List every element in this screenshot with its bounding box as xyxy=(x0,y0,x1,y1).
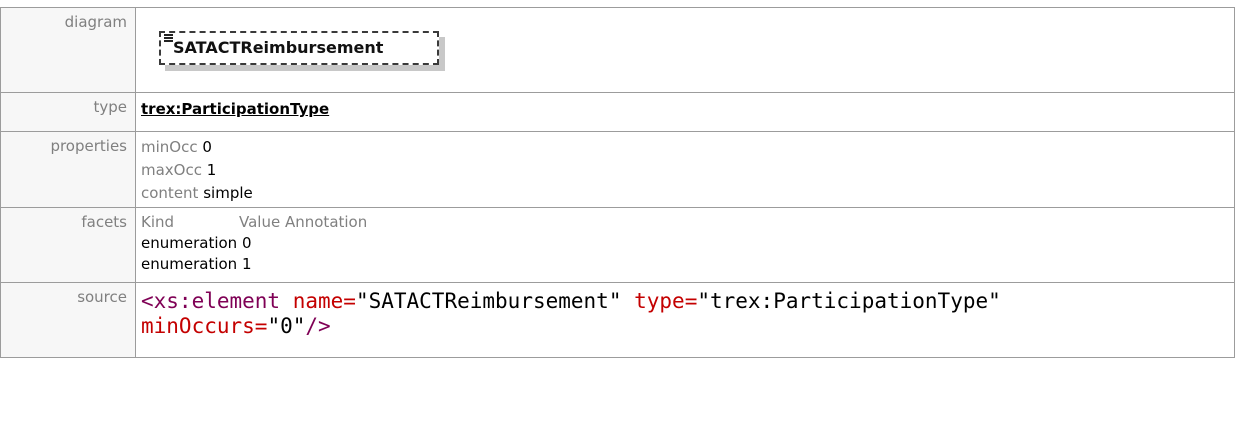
xml-value-minoccurs: "0" xyxy=(267,314,306,338)
facets-header-value: Value xyxy=(239,213,281,231)
properties-row: properties minOcc 0 maxOcc 1 content sim… xyxy=(0,131,1235,208)
facet-row: enumeration 0 xyxy=(141,233,1230,254)
property-key: content xyxy=(141,184,199,202)
property-key: maxOcc xyxy=(141,161,202,179)
type-link[interactable]: trex:ParticipationType xyxy=(141,100,329,118)
xml-value-type: "trex:ParticipationType" xyxy=(697,289,1001,313)
facet-kind: enumeration xyxy=(141,255,238,273)
diagram-element-box[interactable]: SATACTReimbursement xyxy=(159,31,439,65)
xml-tag-close: /> xyxy=(305,314,331,338)
property-value: 0 xyxy=(202,138,212,156)
property-value: simple xyxy=(203,184,253,202)
element-doc-table: diagram SATACTReimbursement type trex:Pa… xyxy=(0,7,1235,358)
xml-attr-name: name= xyxy=(292,289,356,313)
property-key: minOcc xyxy=(141,138,198,156)
xml-attr-minoccurs: minOccurs= xyxy=(141,314,268,338)
source-cell: <xs:element name="SATACTReimbursement" t… xyxy=(135,282,1235,358)
type-cell: trex:ParticipationType xyxy=(135,92,1235,132)
property-content: content simple xyxy=(141,182,1230,205)
facets-row: facets Kind Value Annotation enumeration … xyxy=(0,207,1235,283)
property-value: 1 xyxy=(206,161,217,179)
diagram-label: diagram xyxy=(0,7,136,93)
diagram-cell: SATACTReimbursement xyxy=(135,7,1235,93)
xml-tag-open: <xs:element xyxy=(141,289,281,313)
element-diagram[interactable]: SATACTReimbursement xyxy=(159,31,449,77)
type-row: type trex:ParticipationType xyxy=(0,92,1235,132)
facets-header-kind: Kind xyxy=(141,213,175,231)
list-lines-icon xyxy=(164,34,173,44)
facet-kind: enumeration xyxy=(141,234,238,252)
type-label: type xyxy=(0,92,136,132)
facets-cell: Kind Value Annotation enumeration 0 enume… xyxy=(135,207,1235,283)
source-row: source <xs:element name="SATACTReimburse… xyxy=(0,282,1235,358)
diagram-element-name: SATACTReimbursement xyxy=(173,38,384,57)
facet-value: 1 xyxy=(241,255,252,273)
properties-cell: minOcc 0 maxOcc 1 content simple xyxy=(135,131,1235,208)
property-minocc: minOcc 0 xyxy=(141,136,1230,159)
facets-header-annotation: Annotation xyxy=(284,213,368,231)
facets-header: Kind Value Annotation xyxy=(141,212,1230,233)
facet-row: enumeration 1 xyxy=(141,254,1230,275)
xml-attr-type: type= xyxy=(634,289,698,313)
facet-value: 0 xyxy=(241,234,252,252)
diagram-row: diagram SATACTReimbursement xyxy=(0,7,1235,93)
facets-label: facets xyxy=(0,207,136,283)
property-maxocc: maxOcc 1 xyxy=(141,159,1230,182)
source-label: source xyxy=(0,282,136,358)
xml-value-name: "SATACTReimbursement" xyxy=(355,289,622,313)
properties-label: properties xyxy=(0,131,136,208)
source-code: <xs:element name="SATACTReimbursement" t… xyxy=(141,287,1230,339)
